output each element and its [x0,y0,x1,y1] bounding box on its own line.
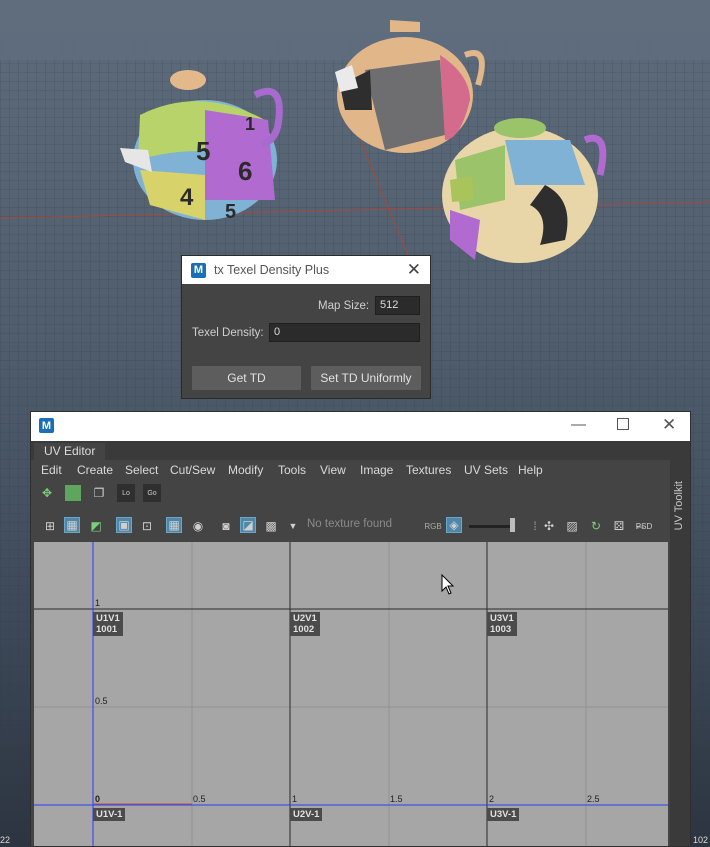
distortion-icon[interactable]: ◩ [88,518,104,534]
uv-grid-canvas[interactable]: 1 0.5 0 0.5 1 1.5 2 2.5 U1V1 1001 U2V1 1… [34,542,668,846]
rgb-button[interactable]: RGB [423,518,443,534]
tile-badge-u2v1: U2V1 1002 [290,612,320,636]
svg-text:6: 6 [238,156,252,186]
set-td-uniformly-button[interactable]: Set TD Uniformly [311,366,421,390]
get-td-button[interactable]: Get TD [192,366,301,390]
image-display-icon[interactable]: ◪ [240,517,256,533]
tile-badge-u3v1: U3V1 1003 [487,612,517,636]
menu-view[interactable]: View [320,463,346,477]
tile-badge-u2v-1: U2V-1 [290,808,323,821]
tile-name: U2V1 [293,613,317,624]
origin-label: 0 [95,794,101,804]
svg-text:1: 1 [245,114,255,134]
camera-icon[interactable]: ◙ [218,518,234,534]
dice-icon[interactable]: ⚄ [611,518,627,534]
maya-logo-icon: M [191,262,206,278]
exposure-slider-knob[interactable] [510,518,515,532]
tile-id: 1003 [490,624,512,635]
pin-icon[interactable]: ✣ [541,518,557,534]
tile-badge-u3v-1: U3V-1 [487,808,520,821]
texel-density-dialog: M tx Texel Density Plus ✕ Map Size: 512 … [181,255,431,399]
uv-grid-lines [34,542,668,846]
checker-icon[interactable]: ▩ [263,518,279,534]
psd-button[interactable]: PSD [633,518,655,534]
uv-toolkit-strip[interactable]: UV Toolkit [670,441,690,846]
u-label-0-5: 0.5 [193,794,206,804]
maximize-icon[interactable] [617,418,629,430]
viewport-left-number: 22 [0,835,10,845]
tile-name: U2V-1 [293,809,320,820]
grid-toggle-icon[interactable]: ▦ [166,517,182,533]
svg-text:5: 5 [225,201,236,223]
svg-text:5: 5 [196,136,210,166]
menu-textures[interactable]: Textures [406,463,451,477]
tile-badge-u1v1: U1V1 1001 [93,612,123,636]
tile-name: U1V1 [96,613,120,624]
frame-icon[interactable]: ▣ [116,517,132,533]
uv-copy-icon[interactable]: ❐ [91,485,107,501]
chevron-down-icon[interactable]: ▼ [285,518,301,534]
exposure-slider-track[interactable] [469,525,515,528]
tile-id: 1002 [293,624,315,635]
tile-badge-u1v-1: U1V-1 [93,808,126,821]
select-tool-icon[interactable]: ✥ [39,485,55,501]
menu-modify[interactable]: Modify [228,463,263,477]
menu-select[interactable]: Select [125,463,158,477]
uv-editor-titlebar[interactable]: M — ✕ [31,412,690,441]
shell-tool-icon[interactable] [65,485,81,501]
viewport-right-number: 102 [693,835,708,845]
go-label: Go [147,489,157,497]
v-label-1: 1 [95,598,101,608]
menu-uv-sets[interactable]: UV Sets [464,463,508,477]
uv-toolkit-label: UV Toolkit [673,481,685,531]
tile-name: U3V-1 [490,809,517,820]
close-icon[interactable]: ✕ [407,261,421,278]
tile-name: U1V-1 [96,809,123,820]
u-label-2-5: 2.5 [587,794,600,804]
u-label-1: 1 [292,794,298,804]
v-label-0-5: 0.5 [95,696,108,706]
dialog-titlebar[interactable]: M tx Texel Density Plus ✕ [182,256,430,284]
close-icon[interactable]: ✕ [662,416,676,433]
tile-id: 1001 [96,624,118,635]
minimize-icon[interactable]: — [571,417,586,432]
shaded-view-icon[interactable]: ▦ [64,517,80,533]
menu-help[interactable]: Help [518,463,543,477]
frame-selected-icon[interactable]: ⊡ [139,518,155,534]
menu-create[interactable]: Create [77,463,113,477]
texture-status: No texture found [307,518,393,530]
go-button[interactable]: Go [143,484,161,502]
refresh-icon[interactable]: ↻ [588,518,604,534]
lo-label: Lo [122,489,130,497]
texel-density-field[interactable]: 0 [269,323,420,342]
uv-editor-menubar: Edit Create Select Cut/Sew Modify Tools … [34,460,668,480]
u-label-2: 2 [489,794,495,804]
tile-name: U3V1 [490,613,514,624]
menu-image[interactable]: Image [360,463,393,477]
lo-button[interactable]: Lo [117,484,135,502]
menu-cut-sew[interactable]: Cut/Sew [170,463,215,477]
texel-density-label: Texel Density: [192,327,264,339]
map-size-label: Map Size: [318,300,370,312]
maya-logo-icon: M [39,418,54,433]
uv-editor-window: M — ✕ UV Editor Edit Create Select Cut/S… [30,411,691,847]
svg-text:4: 4 [180,184,194,211]
mouse-cursor-icon [441,574,455,595]
u-label-1-5: 1.5 [390,794,403,804]
menu-tools[interactable]: Tools [278,463,306,477]
tab-uv-editor[interactable]: UV Editor [34,443,106,460]
alpha-icon[interactable]: ◈ [446,517,462,533]
snap-icon[interactable]: ◉ [190,518,206,534]
dialog-title: tx Texel Density Plus [214,263,330,277]
menu-edit[interactable]: Edit [41,463,62,477]
image-icon[interactable]: ▨ [564,518,580,534]
uv-editor-tabbar: UV Editor [31,441,690,460]
map-size-field[interactable]: 512 [375,296,420,315]
grid-view-icon[interactable]: ⊞ [42,518,58,534]
